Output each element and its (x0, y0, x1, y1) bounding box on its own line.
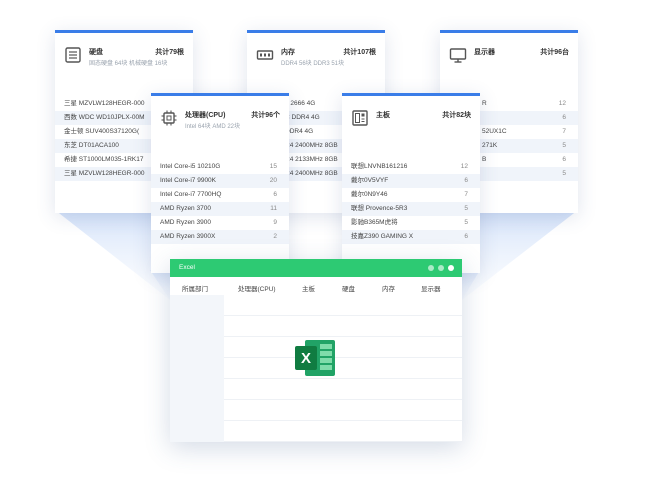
column-header-motherboard: 主板 (302, 286, 315, 293)
excel-department-column (170, 295, 224, 442)
cpu-icon (161, 110, 177, 126)
minimize-dot-icon[interactable] (428, 265, 434, 271)
column-header-memory: 内存 (382, 286, 395, 293)
column-header-department: 所属部门 (182, 286, 208, 293)
disk-card-title: 硬盘 (89, 49, 103, 56)
list-item: Intel Core-i5 10210G 15 (160, 163, 277, 170)
list-item: AMD Ryzen 3900X 2 (151, 230, 289, 244)
disk-card-count: 共计79根 (155, 49, 184, 56)
memory-card-count: 共计107根 (343, 49, 376, 56)
column-header-cpu: 处理器(CPU) (238, 286, 276, 293)
monitor-card-count: 共计96台 (540, 49, 569, 56)
excel-logo-icon: X (295, 340, 335, 376)
monitor-card-title: 显示器 (474, 49, 495, 56)
maximize-dot-icon[interactable] (438, 265, 444, 271)
close-dot-icon[interactable] (448, 265, 454, 271)
cpu-card-subtitle: Intel 64块 AMD 22块 (185, 124, 241, 130)
list-item: AMD Ryzen 3700 11 (151, 202, 289, 216)
memory-icon (256, 50, 274, 60)
excel-window: Excel 所属部门 处理器(CPU) 主板 硬盘 内存 显示器 X (170, 259, 462, 442)
list-item: Intel Core-i7 7700HQ 6 (160, 191, 277, 198)
motherboard-card-count: 共计82块 (442, 112, 471, 119)
list-item: AMD Ryzen 3900 9 (160, 219, 277, 226)
excel-logo-letter: X (301, 350, 311, 367)
motherboard-card: 主板 共计82块 联想LNVNB161216 12 戴尔0V5VYF 6 戴尔0N9… (342, 93, 480, 273)
list-item: 戴尔0N9Y46 7 (351, 191, 468, 198)
list-item: 技嘉Z390 GAMING X6 (342, 230, 480, 244)
excel-grid (224, 295, 462, 442)
disk-card-subtitle: 固态硬盘 64块 机械硬盘 16块 (89, 61, 168, 67)
list-item: 联想 Provence-5R3 5 (342, 202, 480, 216)
cpu-card-count: 共计96个 (251, 112, 280, 119)
list-item: 影驰B365M虎将 5 (351, 219, 468, 226)
memory-card-title: 内存 (281, 49, 295, 56)
list-item: 戴尔0V5VYF 6 (342, 174, 480, 188)
hard-disk-icon (65, 47, 81, 63)
list-item: 联想LNVNB161216 12 (351, 163, 468, 170)
excel-title-bar: Excel (170, 259, 462, 277)
column-header-monitor: 显示器 (421, 286, 441, 293)
motherboard-card-title: 主板 (376, 112, 390, 119)
excel-title: Excel (179, 264, 195, 271)
list-item: Intel Core-i7 9900K 20 (151, 174, 289, 188)
cpu-card: 处理器(CPU) 共计96个 Intel 64块 AMD 22块 Intel C… (151, 93, 289, 273)
motherboard-icon (352, 110, 368, 126)
column-header-disk: 硬盘 (342, 286, 355, 293)
cpu-card-title: 处理器(CPU) (185, 112, 226, 119)
excel-column-header: 所属部门 处理器(CPU) 主板 硬盘 内存 显示器 (170, 277, 462, 295)
memory-card-subtitle: DDR4 56块 DDR3 51块 (281, 61, 345, 67)
monitor-icon (449, 48, 467, 63)
